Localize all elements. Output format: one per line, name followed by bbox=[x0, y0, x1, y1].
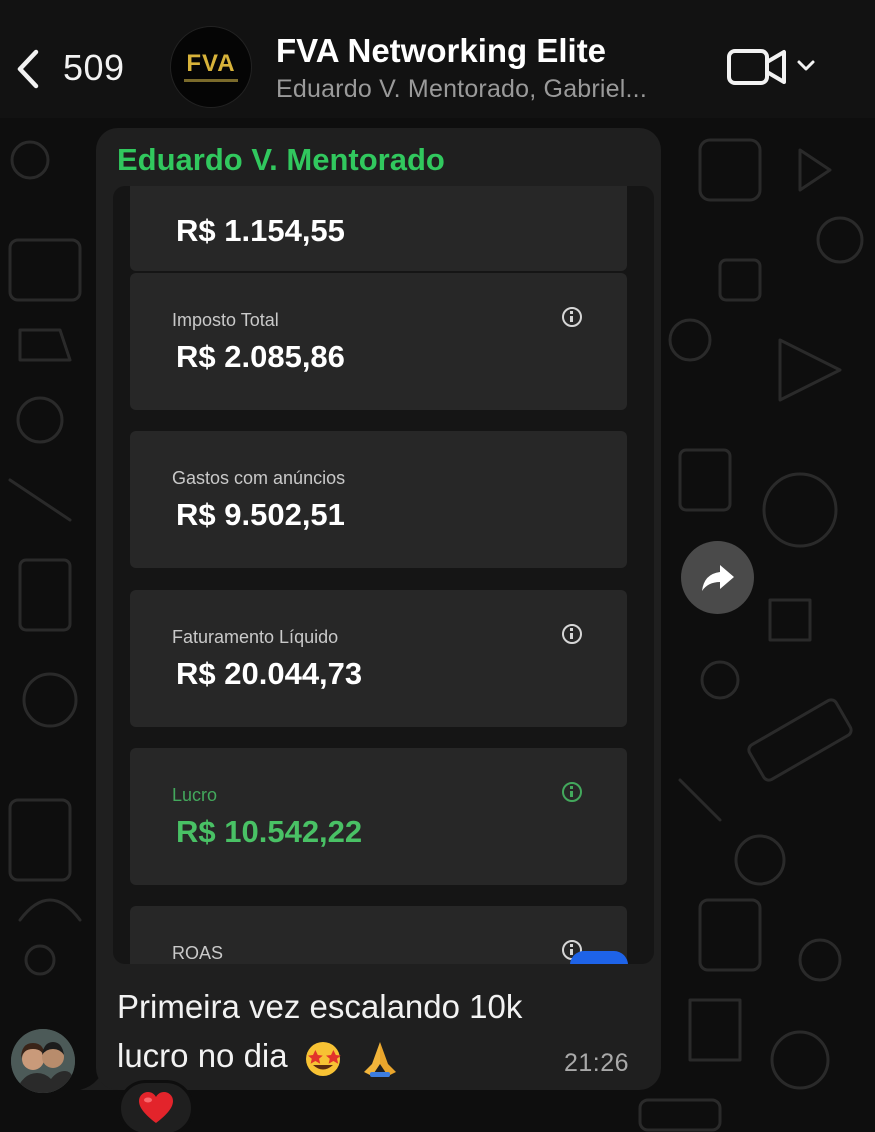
heart-icon bbox=[139, 1092, 173, 1123]
group-members[interactable]: Eduardo V. Mentorado, Gabriel... bbox=[276, 75, 647, 104]
card-faturamento-liquido: Faturamento Líquido R$ 20.044,73 bbox=[130, 590, 627, 727]
card-imposto-total: Imposto Total R$ 2.085,86 bbox=[130, 273, 627, 410]
forward-arrow-icon bbox=[701, 564, 734, 591]
card-gastos-anuncios: Gastos com anúncios R$ 9.502,51 bbox=[130, 431, 627, 568]
sender-avatar[interactable] bbox=[11, 1029, 75, 1093]
group-avatar[interactable]: FVA bbox=[170, 26, 252, 108]
card-roas: ROAS bbox=[130, 906, 627, 964]
info-icon bbox=[562, 624, 582, 644]
card-value: R$ 9.502,51 bbox=[176, 497, 345, 532]
unread-count[interactable]: 509 bbox=[63, 47, 125, 89]
card-label: Faturamento Líquido bbox=[172, 627, 339, 647]
group-title[interactable]: FVA Networking Elite bbox=[276, 32, 606, 70]
card-value: R$ 1.154,55 bbox=[176, 213, 345, 248]
chevron-left-icon[interactable] bbox=[12, 46, 46, 92]
logo-underline bbox=[184, 79, 238, 82]
message-text: Primeira vez escalando 10k lucro no dia bbox=[117, 982, 597, 1080]
card-label: Imposto Total bbox=[172, 310, 279, 330]
card-label: Gastos com anúncios bbox=[172, 468, 346, 488]
message-time: 21:26 bbox=[564, 1049, 630, 1077]
floating-button-partial bbox=[570, 951, 628, 964]
card-value: R$ 20.044,73 bbox=[176, 656, 363, 691]
group-avatar-logo: FVA bbox=[186, 50, 236, 77]
message-text-line1: Primeira vez escalando 10k bbox=[117, 988, 523, 1025]
star-struck-emoji-icon bbox=[305, 1042, 341, 1077]
shared-screenshot[interactable]: R$ 1.154,55 Imposto Total R$ 2.085,86 Ga… bbox=[113, 186, 654, 964]
video-camera-icon[interactable] bbox=[726, 46, 788, 88]
sender-name[interactable]: Eduardo V. Mentorado bbox=[117, 142, 445, 178]
card-value: R$ 10.542,22 bbox=[176, 814, 363, 849]
folded-hands-emoji-icon bbox=[363, 1042, 396, 1078]
chevron-down-icon[interactable] bbox=[794, 54, 818, 78]
card-value: R$ 2.085,86 bbox=[176, 339, 345, 374]
summary-card-partial: R$ 1.154,55 bbox=[130, 186, 627, 271]
info-icon bbox=[562, 782, 582, 802]
card-label: Lucro bbox=[172, 785, 218, 805]
reaction-badge[interactable] bbox=[118, 1080, 194, 1132]
card-lucro: Lucro R$ 10.542,22 bbox=[130, 748, 627, 885]
forward-button[interactable] bbox=[681, 541, 754, 614]
message-text-line2: lucro no dia bbox=[117, 1037, 288, 1074]
chat-header: 509 FVA FVA Networking Elite Eduardo V. … bbox=[0, 0, 875, 118]
info-icon bbox=[562, 307, 582, 327]
card-label: ROAS bbox=[172, 943, 224, 963]
